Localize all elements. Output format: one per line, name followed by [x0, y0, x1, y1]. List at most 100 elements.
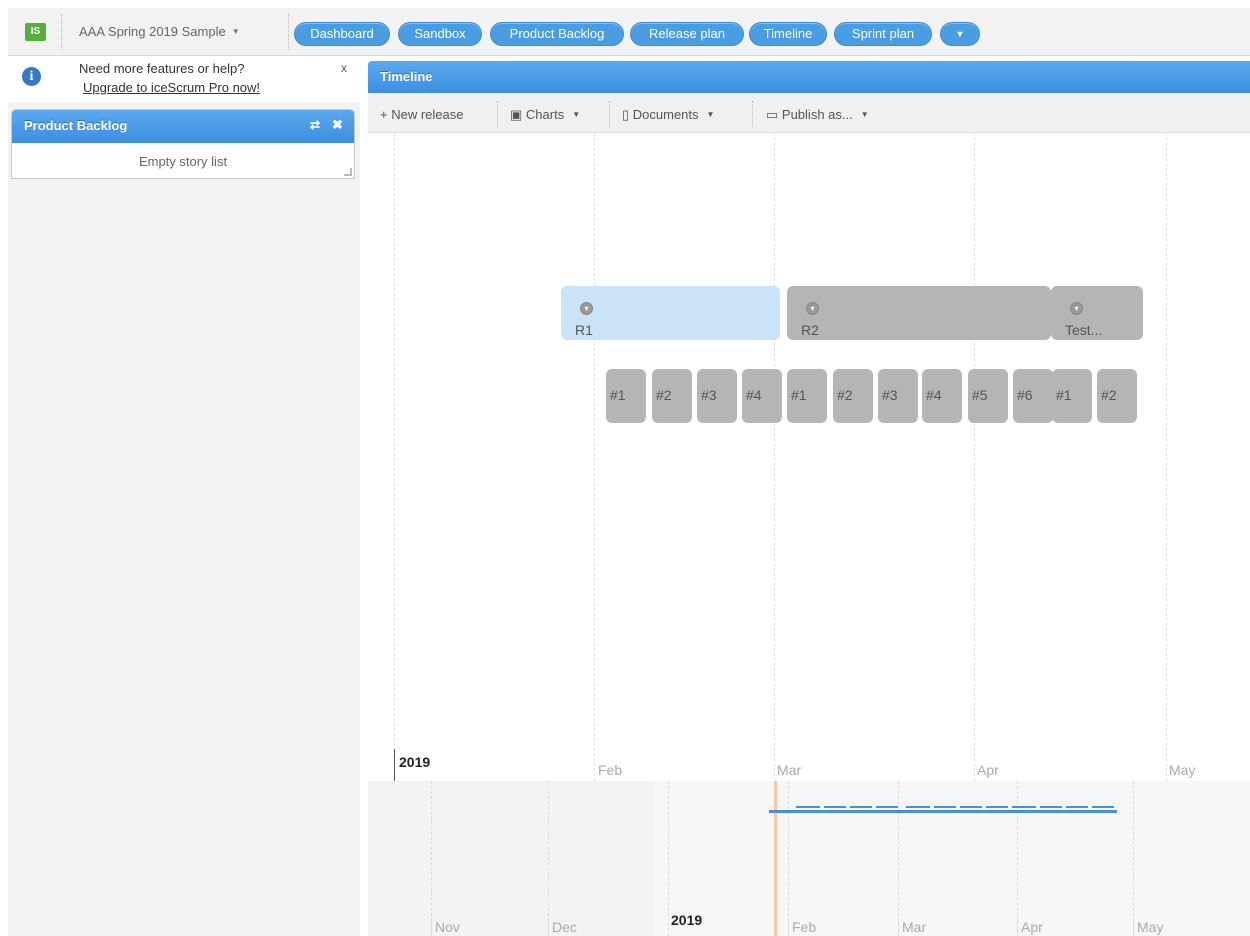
sprint-label: #4 [746, 387, 762, 403]
more-tabs-button[interactable]: ▼ [940, 22, 980, 46]
sprint-label: #2 [656, 387, 672, 403]
gridline [1166, 133, 1167, 781]
sprint-test-1[interactable]: #1 [1052, 369, 1092, 423]
sprint-r2-4[interactable]: #4 [922, 369, 962, 423]
charts-menu[interactable]: ▣ Charts ▼ [510, 107, 580, 123]
overview-sprint-bar [934, 806, 956, 808]
project-name: AAA Spring 2019 Sample [79, 24, 226, 39]
swap-icon[interactable]: ⇄ [310, 118, 320, 132]
sprint-r1-4[interactable]: #4 [742, 369, 782, 423]
sprint-r2-2[interactable]: #2 [833, 369, 873, 423]
sprint-label: #3 [882, 387, 898, 403]
sprint-label: #4 [926, 387, 942, 403]
upgrade-link[interactable]: Upgrade to iceScrum Pro now! [83, 80, 260, 95]
view-title: Timeline [380, 69, 433, 84]
project-selector[interactable]: AAA Spring 2019 Sample ▼ [79, 24, 240, 39]
timeline-chart: ▾ R1 ▾ R2 ▾ Test... #1 #2 #3 #4 #1 #2 #3… [368, 133, 1250, 781]
charts-label: Charts [525, 107, 565, 122]
overview-sprint-bar [796, 806, 820, 808]
documents-label: Documents [632, 107, 699, 122]
chevron-down-icon: ▼ [955, 29, 965, 39]
release-r1[interactable]: ▾ R1 [561, 286, 780, 340]
sprint-r1-3[interactable]: #3 [697, 369, 737, 423]
tab-sprint-plan[interactable]: Sprint plan [834, 22, 932, 46]
left-sidebar: i Need more features or help? Upgrade to… [8, 56, 360, 936]
gridline [394, 133, 395, 781]
sprint-r1-1[interactable]: #1 [606, 369, 646, 423]
sprint-r2-1[interactable]: #1 [787, 369, 827, 423]
empty-story-list-text: Empty story list [138, 154, 228, 169]
release-name: Test... [1065, 322, 1103, 338]
overview-month-label: Nov [431, 919, 460, 936]
year-tick [394, 749, 395, 781]
release-r2[interactable]: ▾ R2 [787, 286, 1051, 340]
timeline-overview[interactable]: Nov Dec 2019 Feb Mar Apr May [368, 781, 1250, 936]
sprint-test-2[interactable]: #2 [1097, 369, 1137, 423]
release-name: R2 [801, 322, 819, 338]
sprint-r2-5[interactable]: #5 [968, 369, 1008, 423]
document-icon: ▯ [622, 107, 633, 122]
tab-sandbox[interactable]: Sandbox [398, 22, 482, 46]
gridline [594, 133, 595, 781]
gridline [774, 133, 775, 781]
overview-month-label: Feb [788, 919, 816, 936]
timeline-toolbar: + New release ▣ Charts ▼ ▯ Documents ▼ ▭ P… [368, 93, 1250, 133]
sprint-label: #5 [972, 387, 988, 403]
gridline [1133, 781, 1134, 936]
overview-sprint-bar [876, 806, 898, 808]
gridline [1017, 781, 1018, 936]
sprint-label: #1 [610, 387, 626, 403]
sprint-r1-2[interactable]: #2 [652, 369, 692, 423]
overview-month-label: Apr [1017, 919, 1043, 936]
overview-release-bar [769, 810, 1117, 813]
widget-title: Product Backlog [24, 118, 128, 133]
publish-menu[interactable]: ▭ Publish as... ▼ [766, 107, 869, 123]
chevron-down-icon: ▼ [231, 27, 240, 36]
upgrade-notice: i Need more features or help? Upgrade to… [8, 56, 360, 102]
gridline [548, 781, 549, 936]
chart-icon: ▣ [510, 107, 526, 122]
overview-sprint-bar [906, 806, 930, 808]
tab-product-backlog[interactable]: Product Backlog [490, 22, 624, 46]
documents-menu[interactable]: ▯ Documents ▼ [622, 107, 714, 123]
tab-dashboard[interactable]: Dashboard [294, 22, 390, 46]
overview-year-label: 2019 [671, 912, 703, 928]
overview-month-label: Mar [898, 919, 926, 936]
today-marker [774, 781, 777, 936]
info-icon: i [22, 67, 41, 86]
close-icon[interactable]: ✖ [332, 117, 343, 133]
axis-month-label: Mar [777, 762, 802, 778]
chevron-down-icon[interactable]: ▾ [580, 302, 593, 315]
overview-sprint-bar [986, 806, 1008, 808]
close-icon[interactable]: x [341, 61, 347, 75]
view-header: Timeline [368, 61, 1250, 93]
axis-month-label: Feb [598, 762, 623, 778]
timeline-view: Timeline + New release ▣ Charts ▼ ▯ Docum… [368, 61, 1250, 936]
chevron-down-icon: ▼ [860, 110, 869, 119]
printer-icon: ▭ [766, 107, 782, 122]
new-release-button[interactable]: + New release [380, 107, 463, 122]
axis-month-label: Apr [977, 762, 999, 778]
overview-month-label: Dec [548, 919, 577, 936]
divider [609, 101, 610, 127]
overview-sprint-bar [824, 806, 846, 808]
gridline [788, 781, 789, 936]
gridline [898, 781, 899, 936]
release-test[interactable]: ▾ Test... [1051, 286, 1143, 340]
chevron-down-icon[interactable]: ▾ [1070, 302, 1083, 315]
tab-timeline[interactable]: Timeline [749, 22, 827, 46]
chevron-down-icon[interactable]: ▾ [806, 302, 819, 315]
resize-grip-icon[interactable] [344, 168, 352, 176]
sprint-r2-6[interactable]: #6 [1013, 369, 1053, 423]
overview-sprint-bar [960, 806, 982, 808]
icescrum-logo[interactable]: IS [25, 23, 46, 41]
product-backlog-widget: Product Backlog ⇄ ✖ Empty story list [11, 109, 355, 179]
chevron-down-icon: ▼ [706, 110, 715, 119]
timeline-axis: 2019 Feb Mar Apr May [368, 749, 1250, 781]
sprint-label: #2 [837, 387, 853, 403]
overview-visible-range[interactable] [653, 781, 1250, 936]
sprint-r2-3[interactable]: #3 [878, 369, 918, 423]
release-name: R1 [575, 322, 593, 338]
notice-text: Need more features or help? [79, 61, 245, 76]
tab-release-plan[interactable]: Release plan [630, 22, 744, 46]
